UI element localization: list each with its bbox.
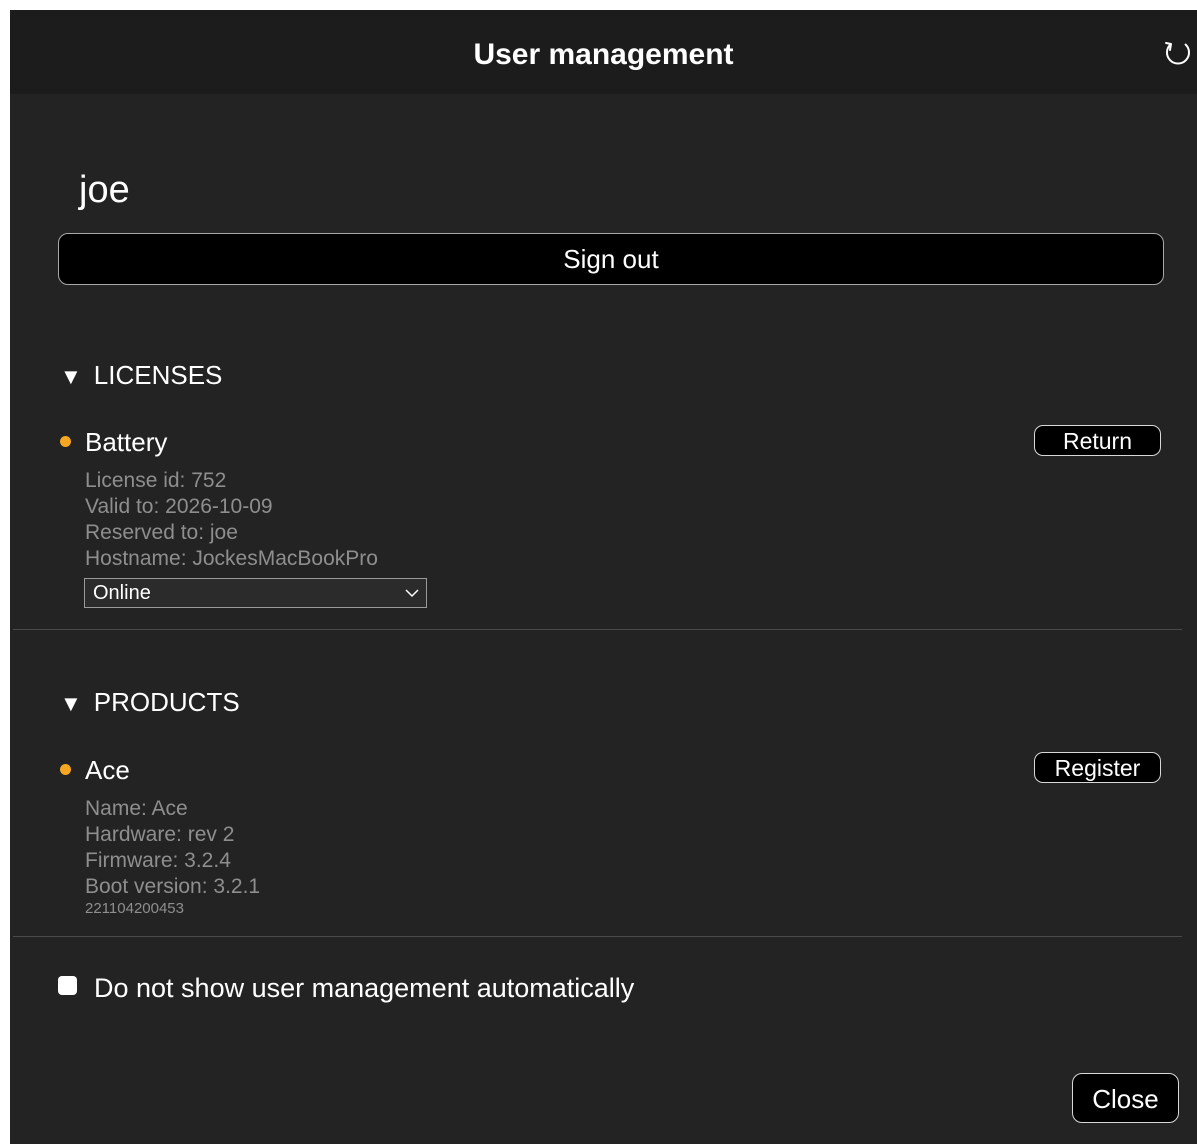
return-license-button[interactable]: Return: [1034, 425, 1161, 456]
license-hostname: Hostname: JockesMacBookPro: [85, 547, 378, 570]
license-id: License id: 752: [85, 469, 227, 492]
user-management-window: User management joe Sign out ▼ LICENSES B…: [10, 10, 1197, 1144]
sign-out-button[interactable]: Sign out: [58, 233, 1164, 285]
product-name-detail: Name: Ace: [85, 797, 188, 820]
collapse-triangle-icon: ▼: [60, 691, 82, 716]
product-hardware: Hardware: rev 2: [85, 823, 235, 846]
auto-show-label[interactable]: Do not show user management automaticall…: [94, 971, 634, 1005]
products-heading: PRODUCTS: [93, 687, 240, 717]
divider: [13, 936, 1182, 937]
window-title: User management: [473, 38, 734, 71]
product-details: Name: Ace Hardware: rev 2 Firmware: 3.2.…: [85, 796, 260, 918]
license-item-title: Battery: [60, 427, 167, 457]
products-section-header[interactable]: ▼ PRODUCTS: [60, 687, 240, 719]
license-mode-select[interactable]: Online: [84, 578, 427, 608]
chevron-down-icon: [405, 589, 419, 598]
license-details: License id: 752 Valid to: 2026-10-09 Res…: [85, 468, 378, 572]
licenses-section-header[interactable]: ▼ LICENSES: [60, 360, 222, 392]
auto-show-checkbox[interactable]: [58, 975, 77, 995]
product-serial: 221104200453: [85, 900, 184, 917]
licenses-heading: LICENSES: [93, 360, 223, 390]
license-reserved-to: Reserved to: joe: [85, 521, 238, 544]
username: joe: [79, 169, 130, 211]
divider: [13, 629, 1182, 630]
collapse-triangle-icon: ▼: [60, 364, 82, 389]
status-dot-icon: [60, 435, 71, 447]
auto-show-option: Do not show user management automaticall…: [58, 971, 634, 1005]
title-bar: User management: [10, 10, 1197, 94]
register-product-button[interactable]: Register: [1034, 752, 1161, 783]
product-firmware: Firmware: 3.2.4: [85, 849, 231, 872]
product-item-title: Ace: [60, 755, 130, 785]
license-name: Battery: [85, 427, 168, 457]
product-name: Ace: [85, 755, 130, 785]
status-dot-icon: [60, 763, 71, 775]
product-boot-version: Boot version: 3.2.1: [85, 875, 261, 898]
license-valid-to: Valid to: 2026-10-09: [85, 495, 273, 518]
close-button[interactable]: Close: [1072, 1073, 1179, 1123]
license-mode-value: Online: [93, 582, 151, 604]
refresh-icon[interactable]: [1163, 36, 1193, 70]
